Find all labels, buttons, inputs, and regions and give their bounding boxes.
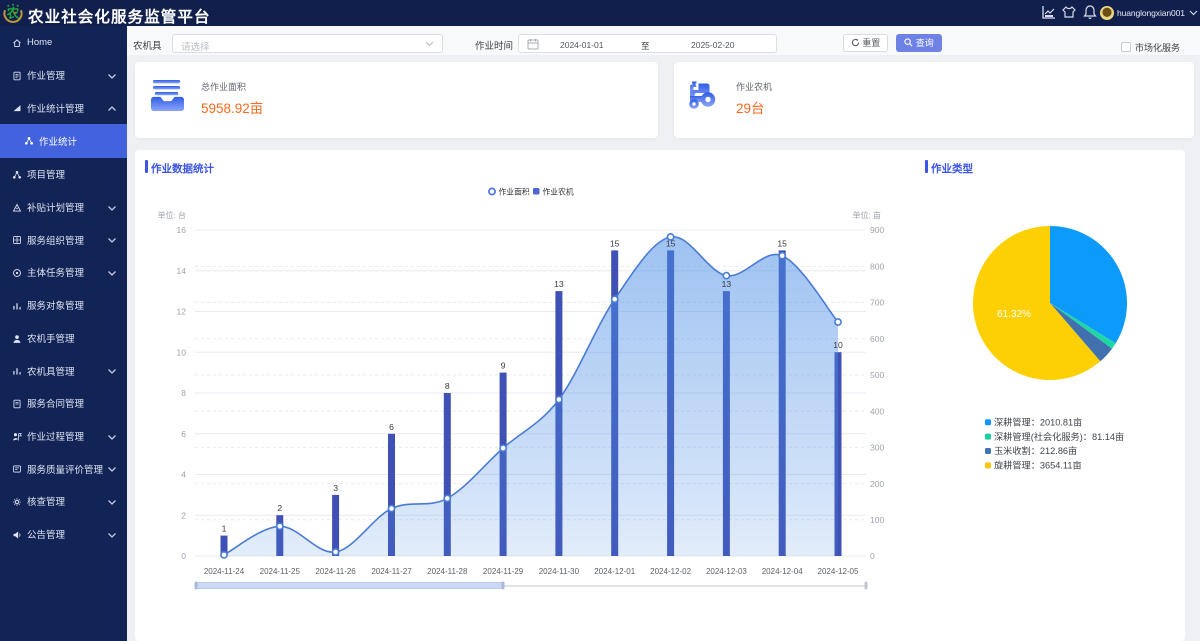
svg-text:15: 15 (610, 238, 620, 248)
svg-text:2024-11-25: 2024-11-25 (260, 567, 301, 576)
svg-text:作业农机: 作业农机 (543, 186, 574, 196)
svg-text:2: 2 (181, 510, 186, 520)
svg-text:400: 400 (870, 406, 884, 416)
svg-text:作业面积: 作业面积 (499, 186, 530, 196)
svg-text:2024-12-05: 2024-12-05 (818, 567, 859, 576)
svg-text:12: 12 (177, 307, 187, 317)
svg-text:2024-11-27: 2024-11-27 (371, 567, 412, 576)
svg-text:2024-11-29: 2024-11-29 (483, 567, 524, 576)
svg-text:2: 2 (277, 503, 282, 513)
svg-text:2024-12-02: 2024-12-02 (650, 567, 691, 576)
svg-text:2024-11-28: 2024-11-28 (427, 567, 468, 576)
svg-text:2024-12-04: 2024-12-04 (762, 567, 803, 576)
svg-text:16: 16 (177, 225, 187, 235)
svg-text:100: 100 (870, 515, 884, 525)
svg-text:6: 6 (389, 422, 394, 432)
svg-text:10: 10 (833, 340, 843, 350)
svg-text:2024-11-30: 2024-11-30 (539, 567, 580, 576)
svg-text:600: 600 (870, 334, 884, 344)
svg-text:200: 200 (870, 479, 884, 489)
svg-text:13: 13 (554, 279, 564, 289)
svg-text:2024-12-01: 2024-12-01 (594, 567, 635, 576)
svg-text:300: 300 (870, 443, 884, 453)
svg-text:900: 900 (870, 225, 884, 235)
svg-text:13: 13 (722, 279, 732, 289)
svg-text:单位: 亩: 单位: 亩 (853, 210, 881, 220)
svg-text:800: 800 (870, 261, 884, 271)
svg-text:8: 8 (181, 388, 186, 398)
svg-text:1: 1 (222, 524, 227, 534)
svg-text:深耕管理：2010.81亩: 深耕管理：2010.81亩 (994, 416, 1082, 427)
svg-text:15: 15 (666, 238, 676, 248)
svg-text:0: 0 (870, 551, 875, 561)
svg-text:3: 3 (333, 483, 338, 493)
svg-text:玉米收割：212.86亩: 玉米收割：212.86亩 (994, 445, 1077, 456)
svg-text:旋耕管理：3654.11亩: 旋耕管理：3654.11亩 (994, 460, 1082, 471)
svg-text:9: 9 (501, 361, 506, 371)
svg-text:6: 6 (181, 429, 186, 439)
svg-text:61.32%: 61.32% (997, 309, 1031, 320)
svg-text:15: 15 (777, 238, 787, 248)
svg-text:2024-11-24: 2024-11-24 (204, 567, 245, 576)
svg-text:14: 14 (177, 266, 187, 276)
svg-text:单位: 台: 单位: 台 (158, 210, 186, 220)
svg-text:8: 8 (445, 381, 450, 391)
svg-text:农: 农 (6, 6, 20, 21)
svg-text:4: 4 (181, 470, 186, 480)
svg-text:10: 10 (177, 347, 187, 357)
svg-text:500: 500 (870, 370, 884, 380)
svg-text:700: 700 (870, 298, 884, 308)
svg-text:0: 0 (181, 551, 186, 561)
svg-text:深耕管理(社会化服务)：81.14亩: 深耕管理(社会化服务)：81.14亩 (994, 431, 1124, 442)
svg-text:2024-11-26: 2024-11-26 (315, 567, 356, 576)
svg-text:2024-12-03: 2024-12-03 (706, 567, 747, 576)
